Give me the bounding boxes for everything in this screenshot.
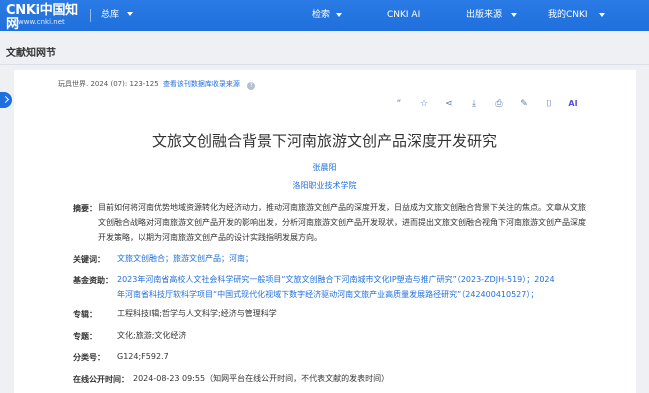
subject-value: 工程科技Ⅰ辑;哲学与人文科学;经济与管理科学 [117,309,277,318]
section-divider [0,64,649,65]
online-time-label: 在线公开时间： [73,375,129,384]
read-icon[interactable]: ⌷ [542,97,556,111]
logo-url: www.cnki.net [18,18,65,26]
nav-cnki-ai[interactable]: CNKI AI [387,9,420,22]
nav-my-cnki[interactable]: 我的CNKI [548,9,588,22]
organization-name[interactable]: 洛阳职业技术学院 [293,181,357,190]
source-pages: : 123-125 [124,80,159,88]
star-icon[interactable]: ☆ [417,97,431,111]
subject-label: 专辑： [73,310,97,319]
keywords-label: 关键词： [73,255,105,264]
page-title: 文献知网节 [6,48,56,59]
fund-line-1[interactable]: 2023年河南省高校人文社会科学研究一般项目“文旅文创融合下河南城市文化IP塑造… [117,272,590,287]
chevron-down-icon[interactable] [336,13,342,17]
article-title: 文旅文创融合背景下河南旅游文创产品深度开发研究 [151,132,497,150]
article-source: 玩具世界. 2024 (07): 123-125 查看该刊数据库收录来源 ? [58,80,256,90]
class-value: G124;F592.7 [117,352,169,361]
chevron-down-icon[interactable] [511,13,517,17]
share-icon[interactable]: ⋖ [442,97,456,111]
nav-publication-source[interactable]: 出版来源 [466,9,502,22]
library-selector[interactable]: 总库 [101,9,119,22]
cnki-logo[interactable]: CNKi中国知网 www.cnki.net [6,4,82,32]
class-label: 分类号： [73,353,105,362]
side-expand-tab[interactable] [0,92,12,108]
edit-icon[interactable]: ✎ [517,97,531,111]
fund-label: 基金资助： [73,276,113,285]
source-issue: . 2024 (07) [86,80,125,88]
author-link: 张晨阳 [0,162,649,173]
top-nav-bar: CNKi中国知网 www.cnki.net 总库 检索 CNKI AI 出版来源… [0,0,649,32]
abstract-text: 目前如何将河南优势地域资源转化为经济动力，推动河南旅游文创产品的深度开发，日益成… [98,203,586,242]
abstract-label: 摘要： [73,204,97,213]
chevron-down-icon[interactable] [599,13,605,17]
source-journal[interactable]: 玩具世界 [58,80,86,88]
keywords-links[interactable]: 文旅文创融合；旅游文创产品；河南； [117,251,590,266]
quote-icon[interactable]: “ [392,97,406,111]
nav-search[interactable]: 检索 [312,9,330,22]
topic-label: 专题： [73,332,97,341]
fund-line-2[interactable]: 年河南省科技厅软科学项目“中国式现代化视域下数字经济驱动河南文旅产业高质量发展路… [117,287,590,302]
author-name[interactable]: 张晨阳 [313,163,337,172]
source-database-link[interactable]: 查看该刊数据库收录来源 [163,80,240,88]
ai-icon[interactable]: AI [566,97,580,111]
organization-link: 洛阳职业技术学院 [0,180,649,191]
download-icon[interactable]: ⤓ [467,97,481,111]
online-time-value: 2024-08-23 09:55（知网平台在线公开时间，不代表文献的发表时间） [133,374,390,383]
nav-divider [90,9,91,22]
chevron-down-icon[interactable] [127,12,133,16]
info-icon[interactable]: ? [247,82,256,90]
print-icon[interactable]: ⎙ [492,97,506,111]
topic-value: 文化;旅游;文化经济 [117,331,187,340]
